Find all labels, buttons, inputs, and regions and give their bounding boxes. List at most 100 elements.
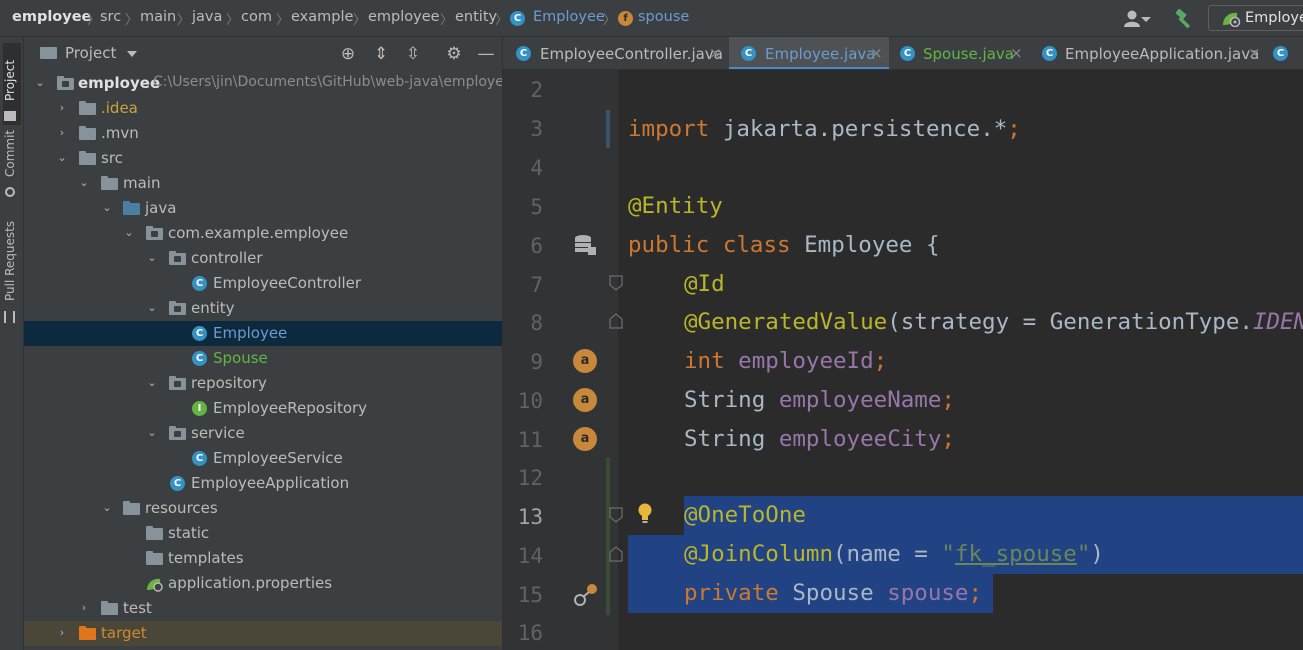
tree-item-src[interactable]: ⌄ src bbox=[24, 146, 502, 171]
code-line-7[interactable]: @Id bbox=[684, 265, 725, 304]
breadcrumb-entity[interactable]: entity bbox=[455, 9, 497, 25]
tab-spouse[interactable]: C Spouse.java × bbox=[889, 37, 1029, 69]
chevron-right-icon[interactable]: › bbox=[56, 627, 68, 639]
close-icon[interactable]: × bbox=[709, 44, 722, 62]
tree-item-java[interactable]: ⌄ java bbox=[24, 196, 502, 221]
code-line-6[interactable]: public class Employee { bbox=[628, 226, 940, 265]
tree-item-spouse-class[interactable]: C Spouse bbox=[24, 346, 502, 371]
breadcrumb-src[interactable]: src bbox=[100, 9, 121, 25]
chevron-down-icon[interactable]: ⌄ bbox=[56, 152, 68, 164]
tree-item-employee-repository[interactable]: I EmployeeRepository bbox=[24, 396, 502, 421]
package-icon bbox=[169, 301, 186, 315]
attribute-icon[interactable]: a bbox=[573, 427, 597, 451]
tree-item-repository[interactable]: ⌄ repository bbox=[24, 371, 502, 396]
tab-employee-controller[interactable]: C EmployeeController.java × bbox=[503, 37, 729, 69]
fold-end-icon[interactable] bbox=[609, 313, 623, 329]
line-number: 14 bbox=[517, 544, 543, 568]
tree-item-employee-application[interactable]: C EmployeeApplication bbox=[24, 471, 502, 496]
tree-item-test[interactable]: › test bbox=[24, 596, 502, 621]
breadcrumb-project[interactable]: employee bbox=[12, 9, 91, 25]
chevron-down-icon[interactable]: ⌄ bbox=[101, 502, 113, 514]
collapse-all-icon[interactable]: ⇳ bbox=[403, 44, 423, 64]
tree-item-employee-class[interactable]: C Employee bbox=[24, 321, 502, 346]
tree-item-service[interactable]: ⌄ service bbox=[24, 421, 502, 446]
build-hammer-icon[interactable] bbox=[1173, 8, 1195, 30]
chevron-right-icon[interactable]: › bbox=[56, 127, 68, 139]
chevron-down-icon[interactable]: ⌄ bbox=[101, 202, 113, 214]
tree-item-employee-root[interactable]: ⌄ employee C:\Users\jin\Documents\GitHub… bbox=[24, 71, 502, 96]
breadcrumb-java[interactable]: java bbox=[192, 9, 222, 25]
tree-item-employee-service[interactable]: C EmployeeService bbox=[24, 446, 502, 471]
tree-item-package-root[interactable]: ⌄ com.example.employee bbox=[24, 221, 502, 246]
vcs-added-marker[interactable] bbox=[606, 458, 610, 615]
attribute-icon[interactable]: a bbox=[573, 388, 597, 412]
folder-icon bbox=[40, 47, 57, 59]
chevron-right-icon[interactable]: › bbox=[56, 102, 68, 114]
expand-all-icon[interactable]: ⇕ bbox=[371, 44, 391, 64]
breadcrumb-com[interactable]: com bbox=[241, 9, 272, 25]
code-line-10[interactable]: String employeeName; bbox=[684, 381, 955, 420]
relationship-icon[interactable] bbox=[573, 582, 599, 608]
fold-start-icon[interactable] bbox=[609, 275, 623, 291]
keyword-token: ; bbox=[968, 580, 983, 606]
code-line-9[interactable]: int employeeId; bbox=[684, 342, 887, 381]
tree-item-target[interactable]: › target bbox=[24, 621, 502, 646]
tree-item-mvn[interactable]: › .mvn bbox=[24, 121, 502, 146]
primary-key-attribute-icon[interactable]: a bbox=[573, 349, 597, 373]
code-line-3[interactable]: import jakarta.persistence.*; bbox=[628, 110, 1021, 149]
code-line-5[interactable]: @Entity bbox=[628, 187, 723, 226]
tool-tab-project[interactable]: Project bbox=[3, 43, 21, 125]
tree-item-label: EmployeeController bbox=[213, 274, 362, 292]
run-configuration-selector[interactable]: Employee bbox=[1208, 5, 1303, 31]
tree-item-idea[interactable]: › .idea bbox=[24, 96, 502, 121]
close-icon[interactable]: × bbox=[870, 44, 883, 62]
code-line-11[interactable]: String employeeCity; bbox=[684, 420, 955, 459]
tree-item-entity[interactable]: ⌄ entity bbox=[24, 296, 502, 321]
breadcrumb-class[interactable]: Employee bbox=[533, 9, 605, 25]
hide-icon[interactable]: — bbox=[476, 44, 496, 64]
fold-start-icon[interactable] bbox=[609, 507, 623, 523]
tree-item-employee-controller[interactable]: C EmployeeController bbox=[24, 271, 502, 296]
tab-overflow[interactable]: C bbox=[1269, 37, 1303, 69]
chevron-down-icon[interactable]: ⌄ bbox=[146, 302, 158, 314]
tree-item-resources[interactable]: ⌄ resources bbox=[24, 496, 502, 521]
chevron-right-icon[interactable]: › bbox=[78, 602, 90, 614]
database-entity-icon[interactable] bbox=[573, 233, 597, 257]
chevron-down-icon[interactable] bbox=[127, 51, 137, 57]
tool-tab-pull-requests[interactable]: Pull Requests bbox=[3, 221, 21, 325]
chevron-down-icon[interactable]: ⌄ bbox=[78, 177, 90, 189]
chevron-down-icon[interactable]: ⌄ bbox=[146, 252, 158, 264]
close-icon[interactable]: × bbox=[1010, 44, 1023, 62]
tree-item-controller[interactable]: ⌄ controller bbox=[24, 246, 502, 271]
breadcrumb-main[interactable]: main bbox=[140, 9, 176, 25]
gear-icon[interactable]: ⚙ bbox=[444, 44, 464, 64]
breadcrumb-example[interactable]: example bbox=[291, 9, 353, 25]
field-token: spouse bbox=[873, 580, 969, 606]
code-editor[interactable]: 2 3 4 5 6 7 8 9 10 11 12 13 14 15 16 a a bbox=[503, 70, 1303, 650]
tab-employee[interactable]: C Employee.java × bbox=[729, 37, 889, 69]
breadcrumb-employee[interactable]: employee bbox=[368, 9, 440, 25]
chevron-down-icon[interactable]: ⌄ bbox=[34, 77, 46, 89]
locate-icon[interactable]: ⊕ bbox=[338, 44, 358, 64]
user-icon[interactable] bbox=[1122, 9, 1154, 29]
tree-item-static[interactable]: static bbox=[24, 521, 502, 546]
tool-tab-commit[interactable]: Commit bbox=[3, 129, 21, 199]
breadcrumb-field[interactable]: spouse bbox=[638, 9, 689, 25]
project-panel-title[interactable]: Project bbox=[65, 44, 116, 62]
tree-item-application-properties[interactable]: application.properties bbox=[24, 571, 502, 596]
vcs-modified-marker[interactable] bbox=[606, 110, 610, 148]
code-line-13[interactable]: @OneToOne bbox=[684, 496, 806, 535]
code-line-8[interactable]: @GeneratedValue(strategy = GenerationTyp… bbox=[684, 303, 1303, 342]
fold-end-icon[interactable] bbox=[609, 546, 623, 562]
code-line-14[interactable]: @JoinColumn(name = "fk_spouse") bbox=[684, 535, 1104, 574]
tree-item-main[interactable]: ⌄ main bbox=[24, 171, 502, 196]
code-line-15[interactable]: private Spouse spouse; bbox=[684, 574, 982, 613]
tree-item-templates[interactable]: templates bbox=[24, 546, 502, 571]
lightbulb-icon[interactable] bbox=[636, 502, 654, 524]
chevron-down-icon[interactable]: ⌄ bbox=[146, 377, 158, 389]
close-icon[interactable]: × bbox=[1248, 44, 1261, 62]
tab-employee-application[interactable]: C EmployeeApplication.java × bbox=[1029, 37, 1269, 69]
chevron-down-icon[interactable]: ⌄ bbox=[123, 227, 135, 239]
line-number: 11 bbox=[517, 428, 543, 452]
chevron-down-icon[interactable]: ⌄ bbox=[146, 427, 158, 439]
